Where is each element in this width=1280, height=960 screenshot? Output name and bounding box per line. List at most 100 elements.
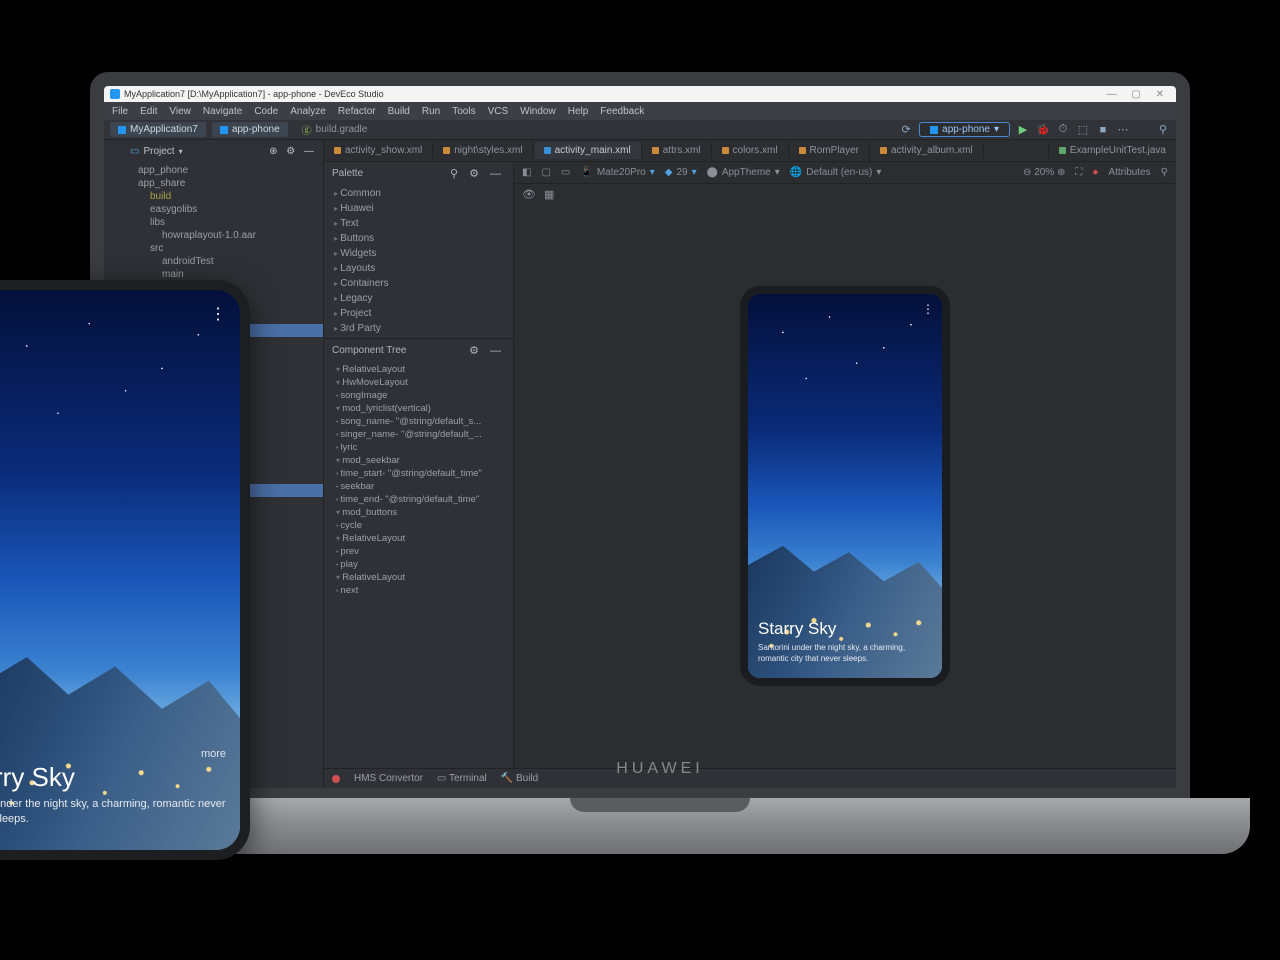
- run-config-select[interactable]: app-phone▾: [919, 122, 1010, 137]
- window-controls[interactable]: — ▢ ✕: [1107, 89, 1170, 100]
- menu-feedback[interactable]: Feedback: [600, 106, 644, 117]
- project-tree-item[interactable]: androidTest: [124, 255, 323, 268]
- palette-item[interactable]: Project: [324, 306, 513, 321]
- component-tree-item[interactable]: next: [324, 584, 513, 597]
- palette-item[interactable]: Containers: [324, 276, 513, 291]
- breadcrumb-project[interactable]: MyApplication7: [110, 122, 206, 137]
- component-tree-item[interactable]: singer_name- "@string/default_...: [324, 428, 513, 441]
- editor-tab[interactable]: colors.xml: [712, 142, 789, 159]
- component-tree-item[interactable]: time_end- "@string/default_time": [324, 493, 513, 506]
- profile-icon[interactable]: ⏱: [1056, 123, 1070, 136]
- component-tree-item[interactable]: RelativeLayout: [324, 363, 513, 376]
- stop-icon[interactable]: ■: [1096, 124, 1110, 136]
- breadcrumb-module[interactable]: app-phone: [212, 122, 288, 137]
- editor-tab[interactable]: ExampleUnitTest.java: [1048, 142, 1176, 159]
- toolbar-overflow-icon[interactable]: ⋯: [1116, 123, 1130, 136]
- component-tree-item[interactable]: song_name- "@string/default_s...: [324, 415, 513, 428]
- component-tree-item[interactable]: time_start- "@string/default_time": [324, 467, 513, 480]
- breadcrumb-file[interactable]: ⓖbuild.gradle: [294, 120, 376, 139]
- blueprint-toggle-icon[interactable]: ▦: [544, 188, 554, 201]
- palette-item[interactable]: Common: [324, 186, 513, 201]
- eye-icon[interactable]: 👁: [522, 188, 536, 201]
- menu-vcs[interactable]: VCS: [488, 106, 509, 117]
- editor-tab[interactable]: activity_show.xml: [324, 142, 433, 159]
- sync-icon[interactable]: ⟳: [899, 123, 913, 136]
- component-tree-item[interactable]: play: [324, 558, 513, 571]
- preview-more-icon[interactable]: ⋮: [922, 302, 934, 316]
- phone-more-link[interactable]: more: [201, 748, 226, 760]
- menu-analyze[interactable]: Analyze: [290, 106, 326, 117]
- palette-item[interactable]: Legacy: [324, 291, 513, 306]
- menu-navigate[interactable]: Navigate: [203, 106, 242, 117]
- view-mode-icon[interactable]: ◧: [522, 167, 531, 178]
- editor-tab[interactable]: activity_main.xml: [534, 142, 642, 159]
- component-tree-item[interactable]: cycle: [324, 519, 513, 532]
- palette-list[interactable]: CommonHuaweiTextButtonsWidgetsLayoutsCon…: [324, 184, 513, 338]
- palette-item[interactable]: 3rd Party: [324, 321, 513, 336]
- editor-tabs: activity_show.xmlnight\styles.xmlactivit…: [324, 140, 1176, 162]
- palette-item[interactable]: Huawei: [324, 201, 513, 216]
- bottom-tab-build[interactable]: 🔨 Build: [501, 773, 538, 784]
- component-tree-item[interactable]: mod_seekbar: [324, 454, 513, 467]
- error-icon[interactable]: ●: [1092, 167, 1098, 178]
- project-tree-item[interactable]: easygolibs: [124, 203, 323, 216]
- component-tree-item[interactable]: RelativeLayout: [324, 532, 513, 545]
- palette-item[interactable]: Widgets: [324, 246, 513, 261]
- menu-window[interactable]: Window: [520, 106, 556, 117]
- menu-help[interactable]: Help: [568, 106, 589, 117]
- component-tree-item[interactable]: mod_lyriclist(vertical): [324, 402, 513, 415]
- attributes-search-icon[interactable]: ⚲: [1161, 167, 1168, 178]
- project-tree-item[interactable]: app_share: [124, 177, 323, 190]
- bottom-tab-hms[interactable]: HMS Convertor: [354, 773, 423, 784]
- locale-select[interactable]: 🌐 Default (en-us) ▾: [790, 167, 882, 178]
- project-panel-header[interactable]: ▭ Project ▾ ⊕ ⚙ —: [124, 140, 323, 162]
- menu-tools[interactable]: Tools: [452, 106, 475, 117]
- canvas-viewport[interactable]: ⋮ Starry Sky Santorini under the night s…: [514, 204, 1176, 768]
- device-rotate-icon[interactable]: ▭: [561, 167, 570, 178]
- component-tree-item[interactable]: seekbar: [324, 480, 513, 493]
- fit-icon[interactable]: ⛶: [1075, 167, 1082, 178]
- palette-item[interactable]: Layouts: [324, 261, 513, 276]
- phone-more-icon[interactable]: ⋮: [210, 304, 226, 324]
- editor-tab[interactable]: RomPlayer: [789, 142, 870, 159]
- editor-tab[interactable]: activity_album.xml: [870, 142, 984, 159]
- api-select[interactable]: ◆ 29 ▾: [665, 167, 697, 178]
- attributes-toggle[interactable]: Attributes: [1108, 167, 1150, 178]
- component-tree-item[interactable]: RelativeLayout: [324, 571, 513, 584]
- component-tree-item[interactable]: songImage: [324, 389, 513, 402]
- project-tree-item[interactable]: libs: [124, 216, 323, 229]
- palette-tools[interactable]: ⚲ ⚙ —: [450, 167, 505, 180]
- project-tree-item[interactable]: src: [124, 242, 323, 255]
- device-select[interactable]: 📱 Mate20Pro ▾: [580, 167, 654, 178]
- editor-area: activity_show.xmlnight\styles.xmlactivit…: [324, 140, 1176, 788]
- project-tree-item[interactable]: build: [124, 190, 323, 203]
- status-error-icon[interactable]: [332, 775, 340, 783]
- project-tree-item[interactable]: app_phone: [124, 164, 323, 177]
- menu-view[interactable]: View: [169, 106, 191, 117]
- component-tree-item[interactable]: lyric: [324, 441, 513, 454]
- menu-build[interactable]: Build: [388, 106, 410, 117]
- menu-refactor[interactable]: Refactor: [338, 106, 376, 117]
- run-icon[interactable]: ▶: [1016, 123, 1030, 136]
- search-icon[interactable]: ⚲: [1156, 123, 1170, 136]
- bottom-tab-terminal[interactable]: ▭ Terminal: [437, 773, 487, 784]
- zoom-indicator[interactable]: ⊖ 20% ⊕: [1023, 167, 1065, 178]
- theme-select[interactable]: ⬤ AppTheme ▾: [707, 167, 780, 178]
- menu-file[interactable]: File: [112, 106, 128, 117]
- component-tree-item[interactable]: mod_buttons: [324, 506, 513, 519]
- menu-run[interactable]: Run: [422, 106, 440, 117]
- menu-code[interactable]: Code: [254, 106, 278, 117]
- component-tree-tools[interactable]: ⚙ —: [469, 344, 505, 357]
- component-tree-item[interactable]: prev: [324, 545, 513, 558]
- attach-icon[interactable]: ⬚: [1076, 123, 1090, 136]
- component-tree-item[interactable]: HwMoveLayout: [324, 376, 513, 389]
- editor-tab[interactable]: night\styles.xml: [433, 142, 533, 159]
- palette-item[interactable]: Text: [324, 216, 513, 231]
- orientation-icon[interactable]: ▢: [541, 167, 550, 178]
- project-tree-item[interactable]: howraplayout-1.0.aar: [124, 229, 323, 242]
- menu-edit[interactable]: Edit: [140, 106, 157, 117]
- editor-tab[interactable]: attrs.xml: [642, 142, 712, 159]
- component-tree[interactable]: RelativeLayoutHwMoveLayoutsongImagemod_l…: [324, 361, 513, 599]
- debug-icon[interactable]: 🐞: [1036, 123, 1050, 136]
- palette-item[interactable]: Buttons: [324, 231, 513, 246]
